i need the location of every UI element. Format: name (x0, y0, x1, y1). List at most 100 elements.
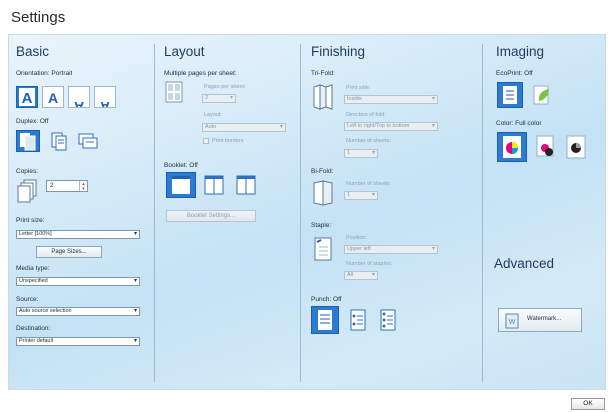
ecoprint-label: EcoPrint: Off (496, 70, 533, 77)
staple-icon[interactable] (311, 234, 335, 264)
media-type-label: Media type: (16, 265, 50, 272)
destination-label: Destination: (16, 325, 51, 332)
pages-per-sheet-select[interactable]: 2 (202, 94, 236, 103)
advanced-heading: Advanced (494, 256, 555, 271)
multipage-icon[interactable] (164, 80, 186, 106)
full-color-button[interactable] (497, 132, 527, 162)
duplex-long-edge-icon (51, 132, 67, 151)
punch-two-hole-button[interactable] (345, 306, 371, 334)
duplex-short-edge-icon (78, 133, 98, 149)
booklet-left-button[interactable] (200, 172, 228, 198)
print-side-label: Print side: (346, 85, 371, 91)
duplex-label: Duplex: Off (16, 118, 49, 125)
duplex-short-edge-button[interactable] (76, 130, 100, 152)
svg-text:A: A (74, 99, 84, 107)
media-type-select[interactable]: Unspecified (16, 277, 140, 286)
rotated-portrait-icon: A (74, 99, 84, 107)
fold-direction-label: Direction of fold: (346, 112, 386, 118)
multipage-label: Multiple pages per sheet: (164, 70, 237, 77)
column-divider (482, 44, 483, 382)
print-borders-label: Print borders (212, 138, 244, 144)
title-bar: Settings (0, 0, 615, 34)
color-wheel-icon (503, 136, 521, 158)
staple-label: Staple: (311, 222, 332, 229)
portrait-orientation-button[interactable]: A (16, 86, 38, 108)
print-size-label: Print size: (16, 217, 45, 224)
spin-arrows-icon[interactable]: ▲ ▼ (79, 181, 87, 191)
orientation-label: Orientation: Portrait (16, 70, 73, 77)
layout-heading: Layout (164, 44, 205, 59)
finishing-heading: Finishing (311, 44, 366, 59)
ecoprint-off-button[interactable] (497, 82, 523, 108)
rotated-portrait-button[interactable]: A (68, 86, 90, 108)
booklet-label: Booklet: Off (164, 162, 198, 169)
booklet-settings-button[interactable]: Booklet Settings... (166, 210, 256, 222)
duplex-long-edge-button[interactable] (48, 130, 70, 152)
bifold-sheets-label: Number of sheets: (346, 181, 391, 187)
watermark-button[interactable]: W Watermark... (498, 308, 582, 332)
booklet-left-icon (204, 175, 224, 195)
ecoprint-on-button[interactable] (529, 82, 555, 108)
bifold-label: Bi-Fold: (311, 168, 334, 175)
destination-select[interactable]: Printer default (16, 337, 140, 346)
color-label: Color: Full color (496, 120, 542, 127)
column-divider (300, 44, 301, 382)
trifold-icon[interactable] (311, 82, 335, 112)
trifold-sheets-select[interactable]: 1 (344, 149, 378, 158)
page-sizes-button[interactable]: Page Sizes... (36, 246, 102, 258)
single-sided-icon (20, 133, 36, 151)
staple-count-select[interactable]: All (344, 271, 378, 280)
trifold-label: Tri-Fold: (311, 70, 335, 77)
watermark-icon: W (505, 313, 519, 329)
punch-label: Punch: Off (311, 296, 342, 303)
print-borders-checkbox[interactable] (203, 138, 209, 144)
source-label: Source: (16, 296, 39, 303)
svg-text:W: W (509, 319, 516, 326)
window-title: Settings (11, 9, 66, 26)
single-page-icon (172, 176, 190, 194)
trifold-sheets-label: Number of sheets: (346, 138, 391, 144)
svg-text:A: A (48, 90, 58, 106)
portrait-icon: A (19, 88, 35, 107)
layout-sub-label: Layout: (204, 112, 223, 118)
pages-per-sheet-label: Pages per sheet: (204, 84, 246, 90)
copies-stepper[interactable]: 2 ▲ ▼ (46, 180, 88, 192)
leaf-icon (533, 85, 549, 105)
auto-color-button[interactable] (533, 132, 559, 162)
bifold-icon[interactable] (311, 178, 335, 208)
layout-select[interactable]: Auto (202, 123, 286, 132)
imaging-heading: Imaging (496, 44, 545, 59)
booklet-off-button[interactable] (166, 172, 196, 198)
rotated-landscape-icon: A (100, 99, 110, 107)
watermark-label: Watermark... (527, 316, 562, 322)
print-side-select[interactable]: Inside (344, 95, 438, 104)
black-white-button[interactable] (563, 132, 589, 162)
fold-direction-select[interactable]: Left to right/Top to bottom (344, 122, 438, 131)
no-punch-icon (318, 310, 332, 330)
copies-label: Copies: (16, 168, 39, 175)
landscape-icon: A (48, 90, 58, 106)
staple-position-label: Position: (346, 235, 368, 241)
source-select[interactable]: Auto source selection (16, 307, 140, 316)
copies-icon (16, 178, 38, 204)
auto-color-icon (536, 135, 554, 157)
staple-position-select[interactable]: Upper left (344, 245, 438, 254)
ok-button[interactable]: OK (571, 398, 605, 410)
staple-count-label: Number of staples: (346, 261, 393, 267)
booklet-right-button[interactable] (232, 172, 260, 198)
dialog-footer (0, 390, 615, 412)
rotated-landscape-button[interactable]: A (94, 86, 116, 108)
punch-three-hole-button[interactable] (375, 306, 401, 334)
basic-heading: Basic (16, 44, 50, 59)
three-hole-punch-icon (380, 309, 396, 331)
print-size-select[interactable]: Letter [100%] (16, 230, 140, 239)
bifold-sheets-select[interactable]: 1 (344, 191, 378, 200)
grayscale-icon (566, 135, 586, 159)
svg-text:A: A (22, 90, 33, 107)
copies-value[interactable]: 2 (50, 182, 54, 189)
page-icon (503, 86, 517, 104)
punch-off-button[interactable] (311, 306, 339, 334)
landscape-orientation-button[interactable]: A (42, 86, 64, 108)
duplex-off-button[interactable] (16, 130, 40, 152)
svg-text:A: A (100, 99, 110, 107)
